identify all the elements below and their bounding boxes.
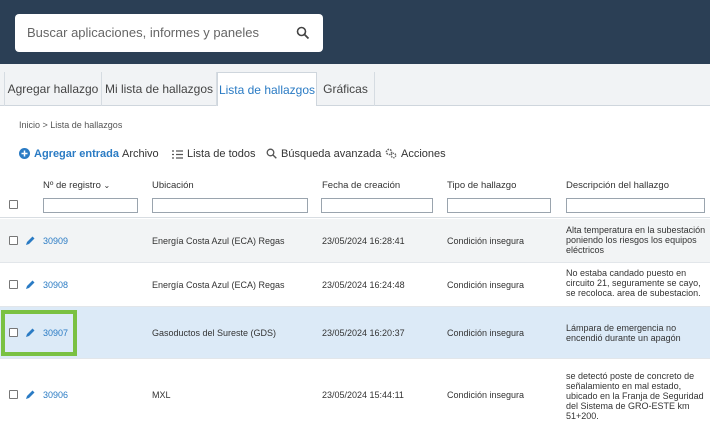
- tab-lista-hallazgos[interactable]: Lista de hallazgos: [217, 72, 317, 107]
- cell-ubicacion: Energía Costa Azul (ECA) Regas: [152, 236, 285, 246]
- tab-agregar-hallazgo[interactable]: Agregar hallazgo: [4, 72, 102, 106]
- search-icon: [266, 148, 277, 159]
- column-header-registro[interactable]: Nº de registro ⌄: [43, 180, 110, 191]
- table-row-selected[interactable]: 30907 Gasoductos del Sureste (GDS) 23/05…: [0, 307, 710, 359]
- row-checkbox[interactable]: [9, 390, 18, 399]
- gears-icon: [385, 148, 397, 159]
- cell-fecha: 23/05/2024 15:44:11: [322, 390, 404, 400]
- list-icon: [172, 150, 183, 159]
- column-header-fecha[interactable]: Fecha de creación: [322, 180, 400, 191]
- cell-ubicacion: Energía Costa Azul (ECA) Regas: [152, 280, 285, 290]
- archive-button[interactable]: Archivo: [122, 148, 159, 160]
- row-checkbox[interactable]: [9, 236, 18, 245]
- filter-registro-input[interactable]: [43, 198, 138, 213]
- record-number-link[interactable]: 30908: [43, 280, 68, 291]
- filter-ubicacion-input[interactable]: [152, 198, 308, 213]
- plus-circle-icon: [19, 148, 30, 159]
- edit-pencil-icon[interactable]: [25, 389, 36, 400]
- cell-tipo: Condición insegura: [447, 390, 525, 400]
- search-placeholder: Buscar aplicaciones, informes y paneles: [27, 25, 259, 40]
- tab-bar: Agregar hallazgo Mi lista de hallazgos L…: [0, 64, 710, 107]
- filter-tipo-input[interactable]: [447, 198, 551, 213]
- list-all-button[interactable]: Lista de todos: [172, 148, 256, 160]
- filter-fecha-input[interactable]: [321, 198, 433, 213]
- cell-descripcion: Lámpara de emergencia no encendió durant…: [566, 323, 681, 343]
- record-number-link[interactable]: 30906: [43, 390, 68, 401]
- cell-descripcion: Alta temperatura en la subestación ponie…: [566, 225, 706, 255]
- cell-ubicacion: Gasoductos del Sureste (GDS): [152, 328, 277, 338]
- cell-fecha: 23/05/2024 16:24:48: [322, 280, 405, 290]
- table-row[interactable]: 30906 MXL 23/05/2024 15:44:11 Condición …: [0, 359, 710, 428]
- search-icon[interactable]: [296, 26, 310, 40]
- select-all-checkbox[interactable]: [9, 200, 18, 209]
- cell-tipo: Condición insegura: [447, 328, 525, 338]
- cell-tipo: Condición insegura: [447, 236, 525, 246]
- selection-highlight-frame: [1, 310, 77, 356]
- cell-descripcion: No estaba candado puesto en circuito 21,…: [566, 268, 701, 298]
- edit-pencil-icon[interactable]: [25, 235, 36, 246]
- top-bar: Buscar aplicaciones, informes y paneles: [0, 0, 710, 64]
- cell-descripcion: se detectó poste de concreto de señalami…: [566, 371, 704, 421]
- table-header: Nº de registro ⌄ Ubicación Fecha de crea…: [0, 176, 710, 218]
- chevron-down-icon: ⌄: [103, 181, 111, 190]
- cell-fecha: 23/05/2024 16:28:41: [322, 236, 405, 246]
- edit-pencil-icon[interactable]: [25, 279, 36, 290]
- cell-fecha: 23/05/2024 16:20:37: [322, 328, 405, 338]
- column-header-tipo[interactable]: Tipo de hallazgo: [447, 180, 516, 191]
- advanced-search-button[interactable]: Búsqueda avanzada: [266, 148, 381, 160]
- record-number-link[interactable]: 30909: [43, 236, 68, 247]
- cell-ubicacion: MXL: [152, 390, 171, 400]
- tab-mi-lista[interactable]: Mi lista de hallazgos: [102, 72, 217, 106]
- row-checkbox[interactable]: [9, 280, 18, 289]
- column-header-ubicacion[interactable]: Ubicación: [152, 180, 194, 191]
- breadcrumb: Inicio > Lista de hallazgos: [19, 120, 123, 130]
- table-row[interactable]: 30908 Energía Costa Azul (ECA) Regas 23/…: [0, 263, 710, 307]
- actions-button[interactable]: Acciones: [385, 148, 446, 160]
- cell-tipo: Condición insegura: [447, 280, 525, 290]
- column-header-descripcion[interactable]: Descripción del hallazgo: [566, 180, 669, 191]
- tab-graficas[interactable]: Gráficas: [317, 72, 375, 106]
- table-row[interactable]: 30909 Energía Costa Azul (ECA) Regas 23/…: [0, 219, 710, 263]
- search-input[interactable]: Buscar aplicaciones, informes y paneles: [15, 14, 323, 52]
- add-entry-button[interactable]: Agregar entrada: [19, 148, 119, 160]
- filter-descripcion-input[interactable]: [566, 198, 705, 213]
